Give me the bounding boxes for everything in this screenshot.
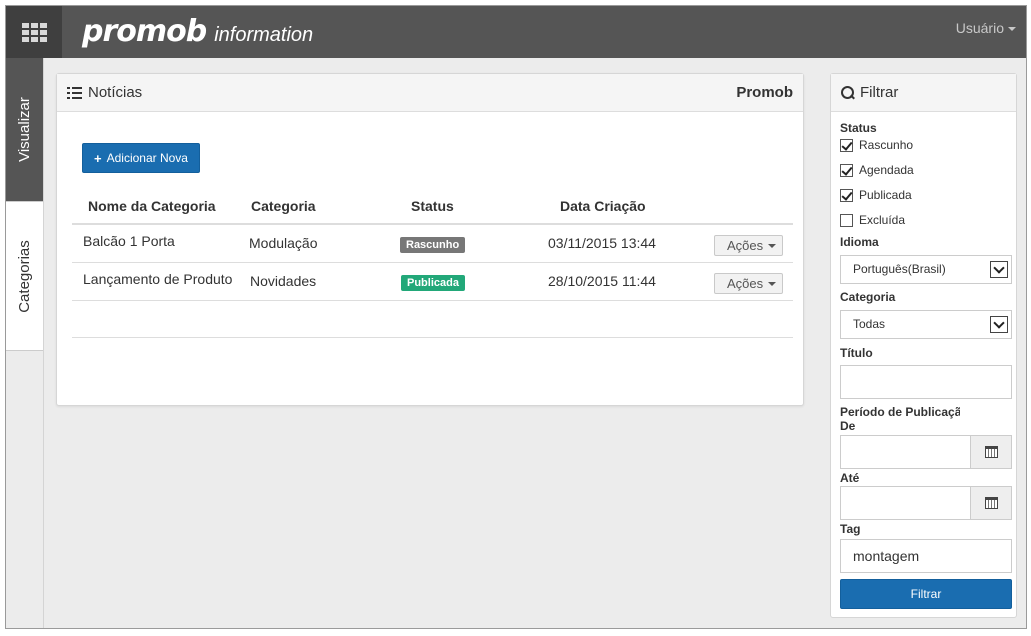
- from-date-input[interactable]: [840, 435, 1012, 469]
- user-menu-label: Usuário: [955, 20, 1004, 36]
- from-date-picker-button[interactable]: [970, 436, 1011, 468]
- tab-categorias[interactable]: Categorias: [6, 201, 43, 351]
- checkbox-checked[interactable]: [840, 138, 853, 152]
- to-label: Até: [840, 471, 860, 485]
- table-empty-row: [72, 301, 793, 338]
- plus-icon: +: [94, 150, 102, 166]
- title-input[interactable]: [840, 365, 1012, 399]
- actions-dropdown[interactable]: Ações: [714, 235, 783, 256]
- title-label: Título: [840, 346, 873, 360]
- language-select-value: Português(Brasil): [853, 262, 946, 276]
- list-icon: [67, 86, 82, 99]
- filter-title: Filtrar: [841, 84, 898, 101]
- cell-category: Novidades: [250, 273, 317, 289]
- status-checkbox-agendada[interactable]: Agendada: [840, 163, 914, 177]
- status-checkbox-rascunho[interactable]: Rascunho: [840, 138, 913, 152]
- side-tabs: Visualizar Categorias: [6, 58, 44, 628]
- brand-subtitle: information: [214, 24, 314, 46]
- user-menu[interactable]: Usuário: [956, 20, 1016, 36]
- actions-label: Ações: [727, 238, 764, 253]
- checkbox-checked[interactable]: [840, 188, 853, 202]
- panel-brand: Promob: [736, 84, 793, 101]
- filter-panel: Filtrar Status Rascunho Agendada Publica…: [830, 73, 1017, 618]
- caret-down-icon: [1008, 27, 1016, 32]
- to-date-picker-button[interactable]: [970, 487, 1011, 519]
- brand-logo[interactable]: promob information: [82, 14, 313, 49]
- column-header-name[interactable]: Nome da Categoria: [88, 198, 216, 214]
- panel-title: Notícias: [67, 84, 142, 101]
- category-select-value: Todas: [853, 317, 886, 331]
- tag-label: Tag: [840, 522, 861, 536]
- cell-name: Lançamento de Produto: [83, 271, 233, 287]
- add-new-label: Adicionar Nova: [106, 151, 188, 165]
- column-header-category[interactable]: Categoria: [251, 198, 316, 214]
- checkbox-label: Excluída: [859, 213, 906, 227]
- filter-submit-button[interactable]: Filtrar: [840, 579, 1012, 609]
- table-header: Nome da Categoria Categoria Status Data …: [72, 191, 793, 225]
- caret-down-icon: [768, 244, 776, 248]
- app-window: promob information Usuário Visualizar Ca…: [5, 5, 1027, 629]
- add-new-button[interactable]: + Adicionar Nova: [82, 143, 200, 173]
- cell-category: Modulação: [249, 235, 318, 251]
- cell-name: Balcão 1 Porta: [83, 233, 175, 249]
- brand-name: promob: [82, 14, 207, 49]
- search-icon: [841, 85, 855, 100]
- cell-date: 03/11/2015 13:44: [548, 235, 656, 251]
- filter-title-text: Filtrar: [860, 84, 899, 101]
- panel-title-text: Notícias: [88, 84, 143, 101]
- tab-visualizar-label: Visualizar: [16, 97, 34, 162]
- checkbox-label: Rascunho: [859, 138, 914, 152]
- news-panel-header: Notícias Promob: [57, 74, 803, 112]
- caret-down-icon: [768, 282, 776, 286]
- news-panel: Notícias Promob + Adicionar Nova Nome da…: [56, 73, 804, 406]
- grid-icon: [21, 22, 47, 42]
- filter-panel-header: Filtrar: [831, 74, 1016, 112]
- apps-menu-button[interactable]: [6, 6, 62, 58]
- cell-date: 28/10/2015 11:44: [548, 273, 656, 289]
- from-label: De: [840, 419, 856, 433]
- checkbox-checked[interactable]: [840, 163, 853, 177]
- calendar-icon: [984, 446, 998, 458]
- period-label: Período de Publicação: [840, 405, 960, 419]
- tab-visualizar[interactable]: Visualizar: [6, 58, 43, 201]
- column-header-status[interactable]: Status: [411, 198, 454, 214]
- table-row: Balcão 1 Porta Modulação Rascunho 03/11/…: [72, 225, 793, 263]
- actions-dropdown[interactable]: Ações: [714, 273, 783, 294]
- chevron-down-icon: [990, 261, 1008, 278]
- checkbox-unchecked[interactable]: [840, 213, 853, 227]
- to-date-input[interactable]: [840, 486, 1012, 520]
- tab-categorias-label: Categorias: [16, 239, 34, 313]
- checkbox-label: Agendada: [859, 163, 914, 177]
- checkbox-label: Publicada: [859, 188, 912, 202]
- actions-label: Ações: [727, 276, 764, 291]
- status-checkbox-excluida[interactable]: Excluída: [840, 213, 905, 227]
- language-label: Idioma: [840, 235, 879, 249]
- status-label: Status: [840, 121, 877, 135]
- status-badge: Publicada: [401, 275, 465, 291]
- status-checkbox-publicada[interactable]: Publicada: [840, 188, 912, 202]
- tag-input[interactable]: montagem: [840, 539, 1012, 573]
- category-label: Categoria: [840, 290, 896, 304]
- chevron-down-icon: [990, 316, 1008, 333]
- calendar-icon: [984, 497, 998, 509]
- language-select[interactable]: Português(Brasil): [840, 255, 1012, 284]
- column-header-date[interactable]: Data Criação: [560, 198, 646, 214]
- status-badge: Rascunho: [400, 237, 466, 253]
- category-select[interactable]: Todas: [840, 310, 1012, 339]
- news-table: Nome da Categoria Categoria Status Data …: [72, 191, 793, 338]
- top-bar: promob information Usuário: [6, 6, 1026, 58]
- table-row: Lançamento de Produto Novidades Publicad…: [72, 263, 793, 301]
